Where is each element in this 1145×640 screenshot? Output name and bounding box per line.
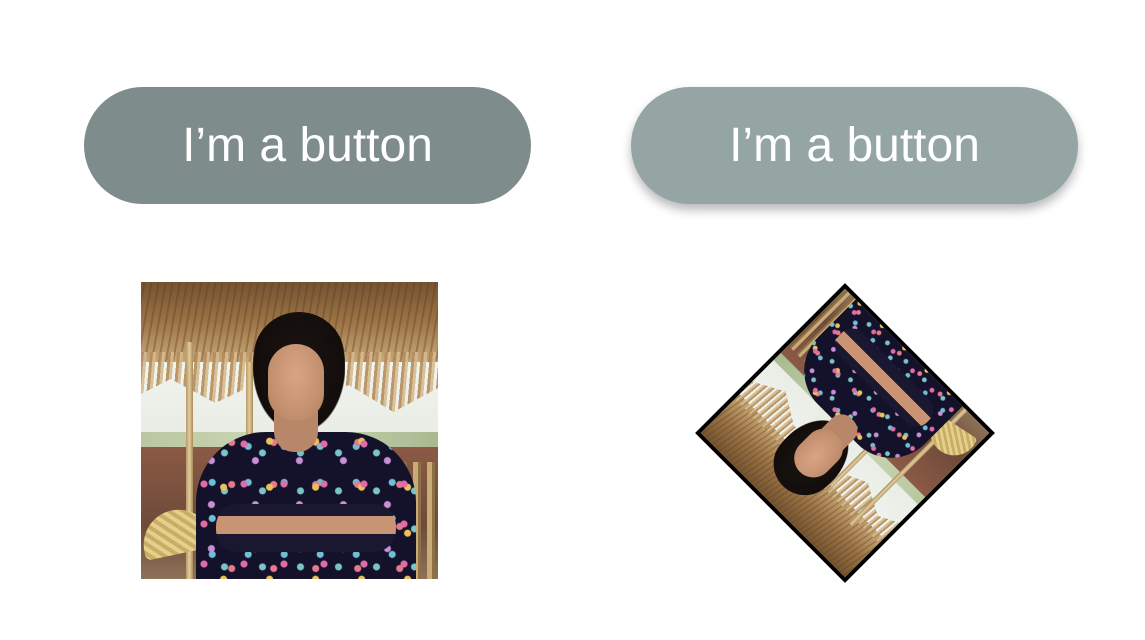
flat-button[interactable]: I’m a button [84, 87, 531, 204]
portrait-photo [141, 282, 438, 579]
rotated-portrait-frame [695, 283, 995, 583]
rotated-portrait-photo [695, 283, 995, 583]
portrait-scene [141, 282, 438, 579]
raised-button[interactable]: I’m a button [631, 87, 1078, 204]
